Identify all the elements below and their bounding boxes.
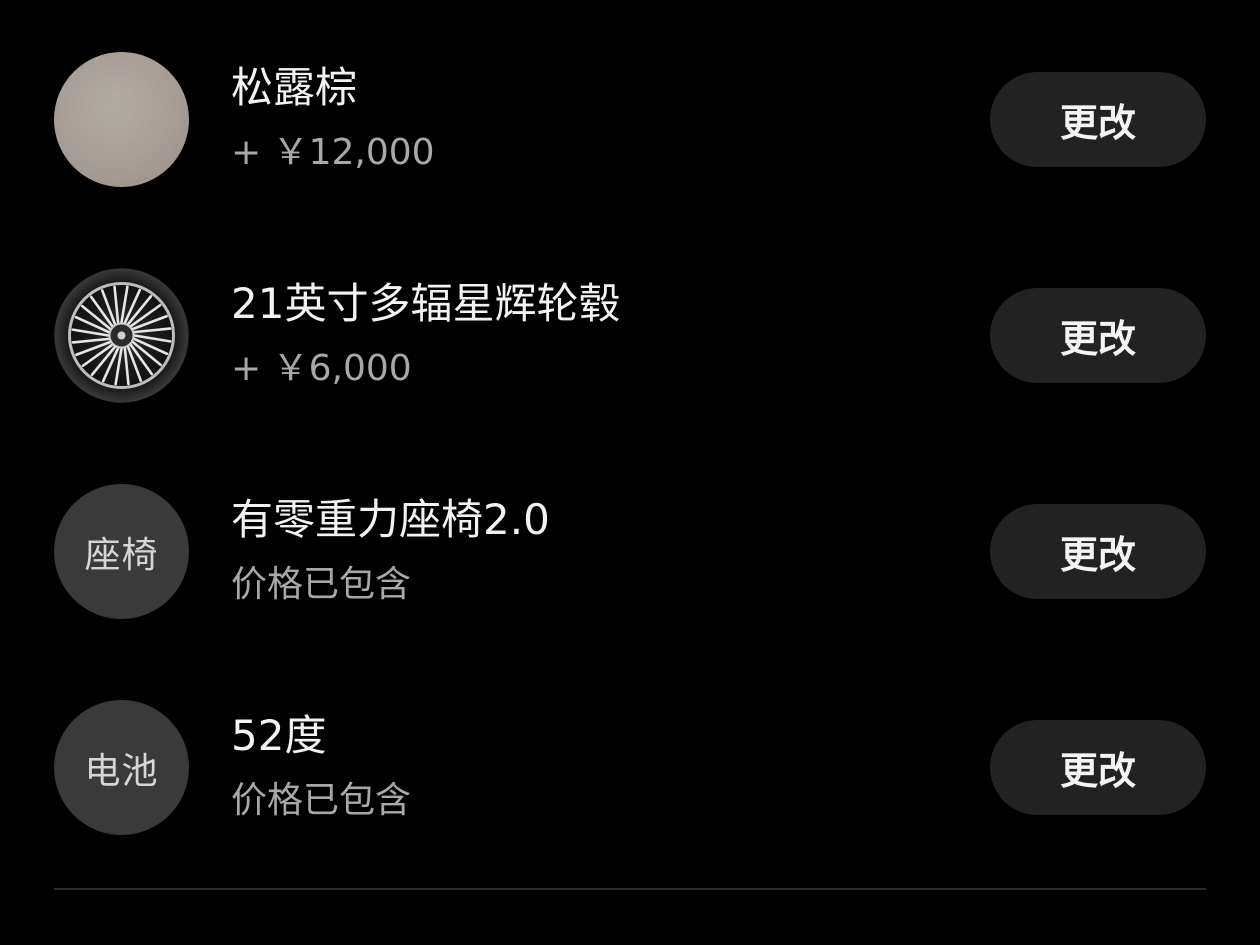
divider [54,888,1206,890]
option-title: 21英寸多辐星辉轮毂 [231,279,621,328]
config-option-list: 松露棕 + ￥12,000 更改 21英寸多辐星辉轮毂 + ￥6,000 更改 … [0,0,1260,945]
option-price-included: 价格已包含 [231,564,412,605]
option-row-wheels: 21英寸多辐星辉轮毂 + ￥6,000 更改 [0,216,1260,432]
color-swatch-icon [54,52,189,187]
option-title: 有零重力座椅2.0 [231,495,550,544]
option-price: + ￥6,000 [231,348,412,389]
wheel-icon [54,268,189,403]
option-title: 52度 [231,711,327,760]
option-price: + ￥12,000 [231,132,435,173]
change-battery-button[interactable]: 更改 [990,720,1206,815]
change-seats-button[interactable]: 更改 [990,504,1206,599]
change-color-button[interactable]: 更改 [990,72,1206,167]
option-row-battery: 电池 52度 价格已包含 更改 [0,648,1260,864]
option-row-color: 松露棕 + ￥12,000 更改 [0,0,1260,216]
option-price-included: 价格已包含 [231,780,412,821]
option-title: 松露棕 [231,63,358,112]
seat-placeholder-icon: 座椅 [54,484,189,619]
change-wheels-button[interactable]: 更改 [990,288,1206,383]
option-row-seats: 座椅 有零重力座椅2.0 价格已包含 更改 [0,432,1260,648]
battery-placeholder-icon: 电池 [54,700,189,835]
